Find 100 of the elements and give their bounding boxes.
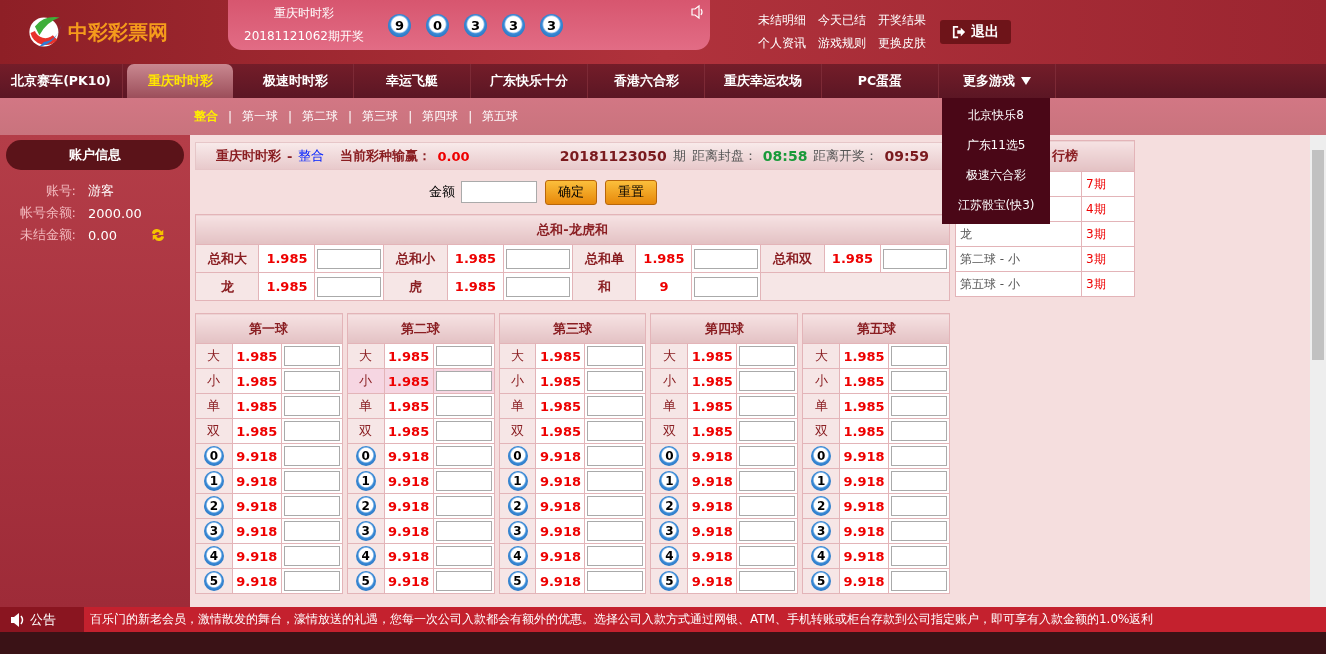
- bet-field[interactable]: [587, 346, 644, 366]
- bet-field[interactable]: [435, 496, 492, 516]
- bet-field[interactable]: [694, 276, 759, 297]
- bet-field[interactable]: [283, 371, 340, 391]
- bet-field[interactable]: [891, 571, 947, 591]
- table-cell: 小: [347, 368, 385, 394]
- bet-field[interactable]: [891, 396, 947, 416]
- bet-field[interactable]: [587, 521, 644, 541]
- bet-field[interactable]: [435, 421, 492, 441]
- bet-field[interactable]: [587, 421, 644, 441]
- bet-field[interactable]: [891, 446, 947, 466]
- bet-field[interactable]: [283, 571, 340, 591]
- bet-field[interactable]: [739, 446, 796, 466]
- bet-field[interactable]: [435, 371, 492, 391]
- table-cell: 龙: [955, 221, 1082, 247]
- bet-field[interactable]: [739, 496, 796, 516]
- refresh-icon[interactable]: [150, 228, 166, 242]
- bet-field[interactable]: [283, 446, 340, 466]
- number-ball: 3: [355, 521, 376, 541]
- bet-field[interactable]: [739, 571, 796, 591]
- bet-field[interactable]: [435, 471, 492, 491]
- bet-field[interactable]: [587, 471, 644, 491]
- bet-field[interactable]: [435, 521, 492, 541]
- table-cell: 3期: [1081, 221, 1135, 247]
- header-link[interactable]: 更换皮肤: [878, 35, 926, 52]
- bet-field[interactable]: [739, 546, 796, 566]
- bet-field[interactable]: [694, 248, 759, 269]
- number-ball: 3: [464, 13, 487, 37]
- amount-field[interactable]: [460, 181, 537, 203]
- bet-field[interactable]: [587, 396, 644, 416]
- bet-field[interactable]: [505, 276, 570, 297]
- bet-field[interactable]: [891, 346, 947, 366]
- scrollbar-thumb[interactable]: [1312, 150, 1324, 360]
- bet-field[interactable]: [891, 546, 947, 566]
- bet-field[interactable]: [435, 546, 492, 566]
- label: 期: [672, 147, 686, 165]
- bet-field[interactable]: [883, 248, 947, 269]
- bet-field[interactable]: [283, 346, 340, 366]
- bet-field[interactable]: [891, 521, 947, 541]
- number-ball: 4: [811, 546, 832, 566]
- bet-field[interactable]: [435, 446, 492, 466]
- action-button[interactable]: 重置: [604, 179, 657, 205]
- game-title: 重庆时时彩: [274, 5, 334, 22]
- bet-field[interactable]: [739, 371, 796, 391]
- bet-field[interactable]: [505, 248, 570, 269]
- bet-field[interactable]: [739, 396, 796, 416]
- header-link[interactable]: 今天已结: [818, 12, 866, 29]
- table-cell: 第二球 - 小: [955, 246, 1082, 272]
- bet-field[interactable]: [587, 446, 644, 466]
- bet-field[interactable]: [435, 396, 492, 416]
- number-ball: 4: [507, 546, 528, 566]
- separator: -: [287, 148, 293, 164]
- field-label: 账号:: [44, 182, 77, 200]
- bet-field[interactable]: [587, 371, 644, 391]
- number-ball: 2: [507, 496, 528, 516]
- bet-field[interactable]: [435, 346, 492, 366]
- number-ball: 0: [659, 446, 680, 466]
- action-button[interactable]: 确定: [544, 179, 597, 205]
- bet-field[interactable]: [891, 471, 947, 491]
- bet-field[interactable]: [317, 248, 382, 269]
- bet-field[interactable]: [435, 571, 492, 591]
- bet-field[interactable]: [317, 276, 382, 297]
- header-link[interactable]: 未结明细: [758, 12, 806, 29]
- bet-field[interactable]: [739, 346, 796, 366]
- label: 距离封盘：: [691, 147, 757, 165]
- bet-field[interactable]: [283, 421, 340, 441]
- table-cell: 和: [572, 272, 636, 301]
- odds-cell: 1.985: [447, 244, 504, 273]
- speaker-icon: [691, 4, 704, 20]
- bet-field[interactable]: [587, 571, 644, 591]
- table-cell: 双: [650, 418, 688, 444]
- header-link[interactable]: 个人资讯: [758, 35, 806, 52]
- bet-field[interactable]: [587, 496, 644, 516]
- field-value: 游客: [88, 182, 115, 200]
- separator: |: [288, 109, 293, 124]
- bet-field[interactable]: [739, 421, 796, 441]
- bet-field[interactable]: [891, 371, 947, 391]
- bet-field[interactable]: [283, 396, 340, 416]
- number-ball: 1: [811, 471, 832, 491]
- scrollbar[interactable]: [1310, 135, 1326, 607]
- bet-field[interactable]: [283, 521, 340, 541]
- game-name: 重庆时时彩: [216, 147, 281, 165]
- logout-button[interactable]: 退出: [940, 20, 1011, 44]
- bet-field[interactable]: [283, 546, 340, 566]
- bet-field[interactable]: [587, 546, 644, 566]
- bet-field[interactable]: [891, 421, 947, 441]
- bet-field[interactable]: [739, 471, 796, 491]
- menu-item[interactable]: 北京快乐8: [942, 100, 1050, 130]
- table-header: 第三球: [499, 313, 646, 344]
- bet-field[interactable]: [739, 521, 796, 541]
- bet-field[interactable]: [891, 496, 947, 516]
- bet-field[interactable]: [283, 496, 340, 516]
- header-link[interactable]: 游戏规则: [818, 35, 866, 52]
- field-label: 金额: [428, 183, 455, 201]
- amount-value: 0.00: [437, 148, 470, 164]
- table-header: 第四球: [650, 313, 798, 344]
- header-link[interactable]: 开奖结果: [878, 12, 926, 29]
- bet-field[interactable]: [283, 471, 340, 491]
- notice-text: 百乐门的新老会员，激情散发的舞台，濠情放送的礼遇，您每一次公司入款都会有额外的优惠。选择公司入款方式通过网银、ATM、手机转账或柜台存款到公司指定账户，即可享有入款金额的1.0%返利: [90, 611, 1154, 628]
- issue-number: 20181123050: [559, 148, 667, 164]
